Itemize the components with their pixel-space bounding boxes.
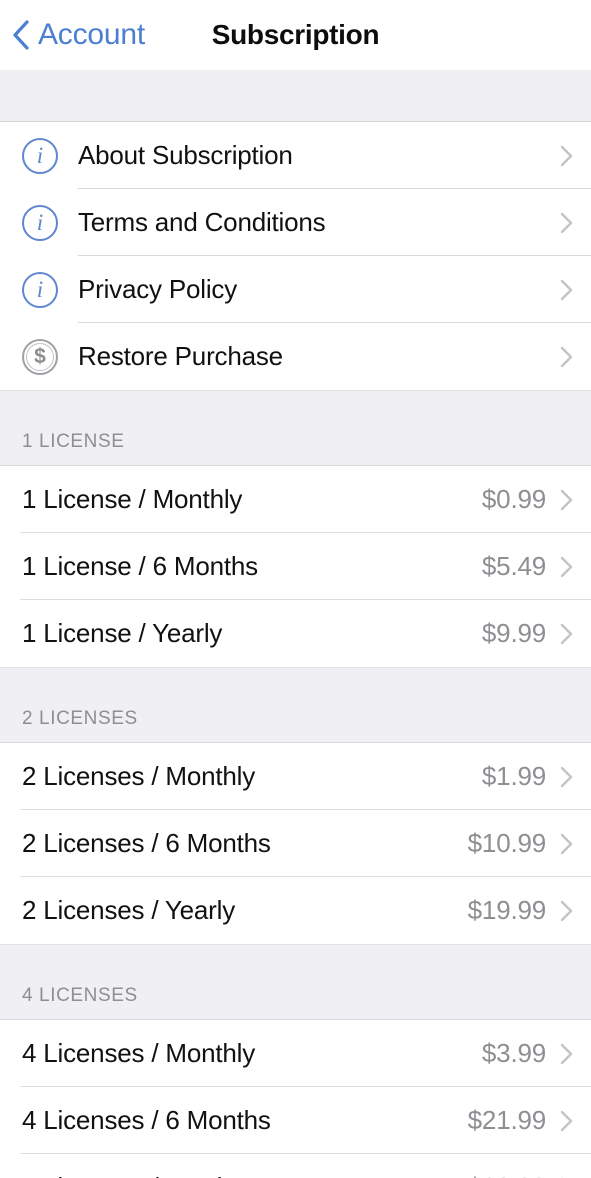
- chevron-right-icon: [560, 900, 573, 921]
- section-header-label: 1 LICENSE: [22, 431, 125, 452]
- plan-price: $9.99: [481, 618, 546, 648]
- list-item-label: Terms and Conditions: [78, 207, 326, 237]
- list-item-plan[interactable]: 2 Licenses / Yearly $19.99: [0, 877, 591, 944]
- plan-label: 2 Licenses / Monthly: [22, 761, 256, 791]
- plan-price: $0.99: [481, 484, 546, 514]
- subscription-screen: Account Subscription i About Subscriptio…: [0, 0, 591, 1178]
- list-item-label: Privacy Policy: [78, 274, 238, 304]
- info-circle-icon: i: [22, 137, 58, 174]
- plan-label: 4 Licenses / 6 Months: [22, 1105, 271, 1135]
- plan-price: $1.99: [481, 761, 546, 791]
- license-section-2: 2 Licenses / Monthly $1.99 2 Licenses / …: [0, 743, 591, 944]
- section-header-label: 2 LICENSES: [22, 708, 138, 729]
- plan-price: $3.99: [481, 1038, 546, 1068]
- chevron-right-icon: [560, 623, 573, 644]
- chevron-right-icon: [560, 766, 573, 787]
- license-section-4: 4 Licenses / Monthly $3.99 4 Licenses / …: [0, 1020, 591, 1178]
- info-circle-icon: i: [22, 204, 58, 241]
- list-item-plan[interactable]: 1 License / 6 Months $5.49: [0, 533, 591, 600]
- plan-label: 4 Licenses / Yearly: [22, 1172, 468, 1178]
- list-item-plan[interactable]: 1 License / Monthly $0.99: [0, 466, 591, 533]
- list-item-plan[interactable]: 4 Licenses / Monthly $3.99: [0, 1020, 591, 1087]
- list-item-plan[interactable]: 2 Licenses / Monthly $1.99: [0, 743, 591, 810]
- list-item-terms-and-conditions[interactable]: i Terms and Conditions: [0, 189, 591, 256]
- list-item-plan[interactable]: 4 Licenses / Yearly $39.99: [0, 1154, 591, 1178]
- section-header-label: 4 LICENSES: [22, 985, 138, 1006]
- chevron-right-icon: [560, 1110, 573, 1131]
- chevron-left-icon: [13, 20, 29, 50]
- plan-price: $5.49: [481, 551, 546, 581]
- list-item-plan[interactable]: 1 License / Yearly $9.99: [0, 600, 591, 667]
- chevron-right-icon: [560, 212, 573, 233]
- settings-scroll-area[interactable]: i About Subscription i Terms and Conditi…: [0, 122, 591, 1178]
- plan-price: $21.99: [467, 1105, 547, 1135]
- plan-label: 2 Licenses / Yearly: [22, 895, 236, 925]
- plan-label: 1 License / Monthly: [22, 484, 243, 514]
- navigation-bar: Account Subscription: [0, 0, 591, 70]
- chevron-right-icon: [560, 279, 573, 300]
- back-button-label: Account: [38, 18, 145, 51]
- list-item-plan[interactable]: 2 Licenses / 6 Months $10.99: [0, 810, 591, 877]
- plan-price: $10.99: [467, 828, 547, 858]
- list-item-label: Restore Purchase: [78, 341, 283, 371]
- plan-label: 1 License / Yearly: [22, 618, 223, 648]
- list-item-privacy-policy[interactable]: i Privacy Policy: [0, 256, 591, 323]
- chevron-right-icon: [560, 1043, 573, 1064]
- chevron-right-icon: [560, 833, 573, 854]
- chevron-right-icon: [560, 145, 573, 166]
- plan-label: 4 Licenses / Monthly: [22, 1038, 256, 1068]
- list-item-about-subscription[interactable]: i About Subscription: [0, 122, 591, 189]
- list-item-restore-purchase[interactable]: $ Restore Purchase: [0, 323, 591, 390]
- section-header-2-licenses: 2 LICENSES: [0, 667, 591, 743]
- back-button[interactable]: Account: [0, 18, 145, 52]
- plan-price: $19.99: [467, 895, 547, 925]
- list-item-plan[interactable]: 4 Licenses / 6 Months $21.99: [0, 1087, 591, 1154]
- dollar-circle-icon: $: [22, 338, 58, 375]
- plan-label: 2 Licenses / 6 Months: [22, 828, 271, 858]
- chevron-right-icon: [560, 346, 573, 367]
- plan-label: 1 License / 6 Months: [22, 551, 258, 581]
- top-spacer-band: [0, 70, 591, 122]
- info-circle-icon: i: [22, 271, 58, 308]
- list-item-label: About Subscription: [78, 140, 293, 170]
- chevron-right-icon: [560, 489, 573, 510]
- section-header-1-license: 1 LICENSE: [0, 390, 591, 466]
- section-header-4-licenses: 4 LICENSES: [0, 944, 591, 1020]
- info-section: i About Subscription i Terms and Conditi…: [0, 122, 591, 390]
- license-section-1: 1 License / Monthly $0.99 1 License / 6 …: [0, 466, 591, 667]
- chevron-right-icon: [560, 556, 573, 577]
- plan-price: $39.99: [468, 1172, 547, 1178]
